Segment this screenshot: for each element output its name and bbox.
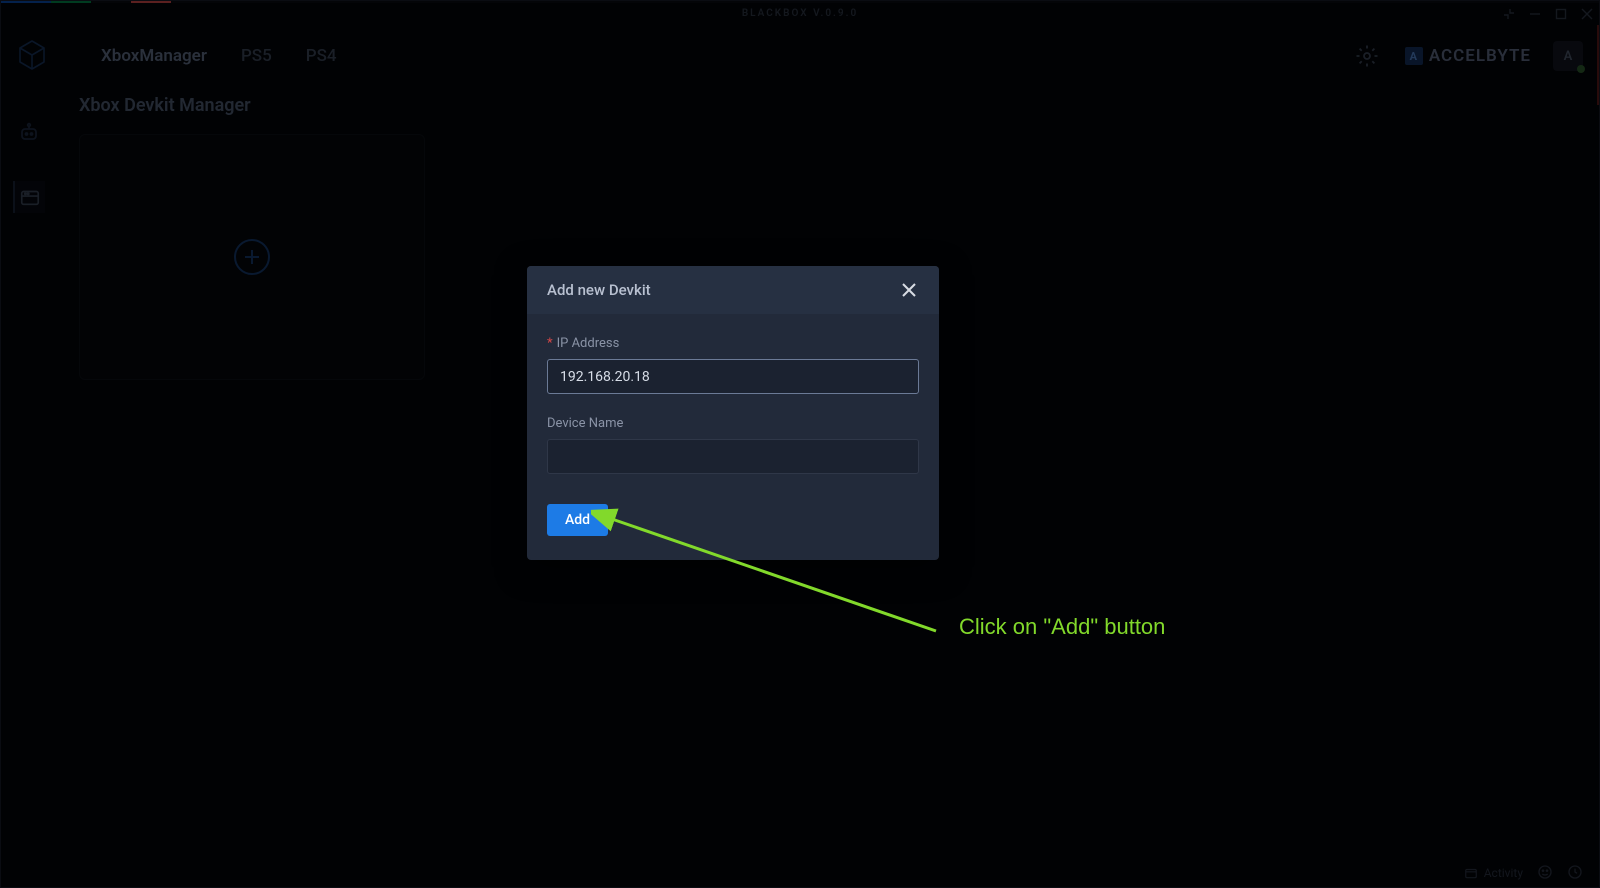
add-button[interactable]: Add — [547, 504, 608, 536]
modal-header: Add new Devkit — [527, 266, 939, 314]
device-name-field: Device Name — [547, 416, 919, 474]
device-name-label: Device Name — [547, 416, 919, 431]
close-icon — [902, 283, 916, 297]
device-name-label-text: Device Name — [547, 416, 623, 431]
ip-address-input[interactable] — [547, 359, 919, 394]
modal-close-button[interactable] — [899, 280, 919, 300]
ip-address-label-text: IP Address — [557, 336, 620, 351]
add-devkit-modal: Add new Devkit * IP Address Device Name … — [527, 266, 939, 560]
modal-title: Add new Devkit — [547, 281, 651, 299]
modal-footer: Add — [547, 504, 919, 536]
device-name-input[interactable] — [547, 439, 919, 474]
ip-address-label: * IP Address — [547, 336, 919, 351]
ip-address-field: * IP Address — [547, 336, 919, 394]
modal-body: * IP Address Device Name Add — [527, 314, 939, 560]
required-star-icon: * — [547, 336, 553, 351]
